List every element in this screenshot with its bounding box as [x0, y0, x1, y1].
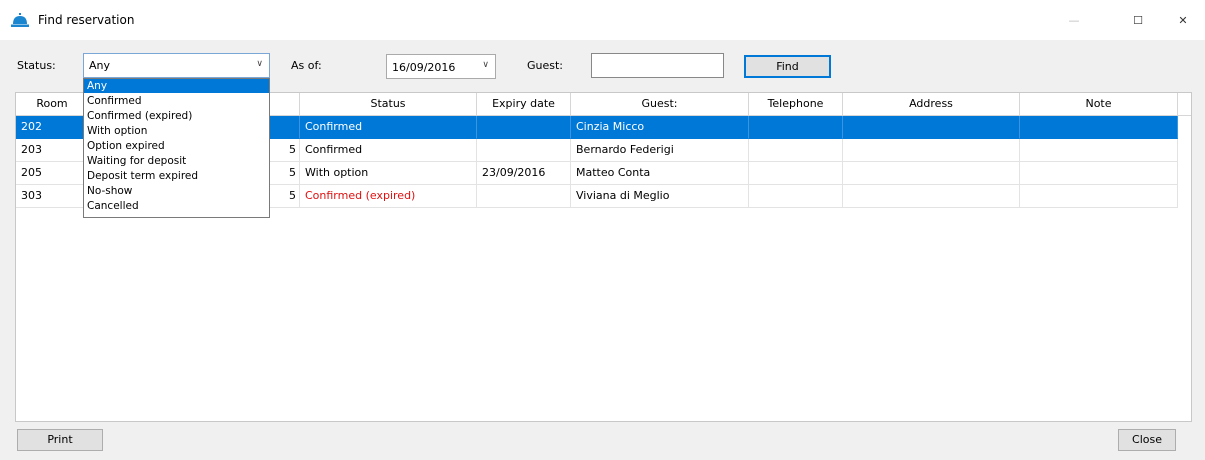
status-combobox-value: Any [89, 59, 111, 72]
cell-expiry-date [477, 139, 571, 162]
cell-address [843, 162, 1020, 185]
status-dropdown-list[interactable]: Any Confirmed Confirmed (expired) With o… [83, 78, 270, 218]
close-window-button[interactable]: ✕ [1161, 8, 1205, 34]
cell-guest: Bernardo Federigi [571, 139, 749, 162]
cell-expiry-date [477, 185, 571, 208]
cell-address [843, 139, 1020, 162]
maximize-button[interactable]: ☐ [1116, 8, 1160, 34]
status-option-option-expired[interactable]: Option expired [84, 139, 269, 153]
column-header-status[interactable]: Status [300, 93, 477, 115]
guest-label: Guest: [527, 59, 564, 72]
cell-note [1020, 116, 1178, 139]
status-option-deposit-term-expired[interactable]: Deposit term expired [84, 169, 269, 183]
cell-guest: Matteo Conta [571, 162, 749, 185]
status-option-any[interactable]: Any [84, 79, 269, 93]
column-header-address[interactable]: Address [843, 93, 1020, 115]
cell-room: 205 [16, 162, 89, 185]
close-button[interactable]: Close [1118, 429, 1176, 451]
cell-address [843, 116, 1020, 139]
chevron-down-icon[interactable]: ∨ [482, 60, 489, 70]
status-option-waiting-for-deposit[interactable]: Waiting for deposit [84, 154, 269, 168]
status-option-confirmed[interactable]: Confirmed [84, 94, 269, 108]
cell-room: 203 [16, 139, 89, 162]
as-of-label: As of: [291, 59, 322, 72]
title-bar: Find reservation — ☐ ✕ [0, 0, 1205, 40]
find-button[interactable]: Find [744, 55, 831, 78]
cell-note [1020, 185, 1178, 208]
cell-guest: Viviana di Meglio [571, 185, 749, 208]
cell-status: Confirmed [300, 139, 477, 162]
cell-room: 303 [16, 185, 89, 208]
status-option-cancelled[interactable]: Cancelled [84, 199, 269, 213]
guest-input[interactable] [591, 53, 724, 78]
cell-note [1020, 162, 1178, 185]
status-option-no-show[interactable]: No-show [84, 184, 269, 198]
cell-telephone [749, 185, 843, 208]
column-header-room[interactable]: Room [16, 93, 89, 115]
bell-icon [11, 13, 29, 27]
status-combobox[interactable]: Any ∨ [83, 53, 270, 78]
cell-status: Confirmed (expired) [300, 185, 477, 208]
as-of-date-value: 16/09/2016 [392, 61, 456, 74]
cell-room: 202 [16, 116, 89, 139]
status-option-confirmed-expired[interactable]: Confirmed (expired) [84, 109, 269, 123]
column-header-note[interactable]: Note [1020, 93, 1178, 115]
cell-guest: Cinzia Micco [571, 116, 749, 139]
cell-status: Confirmed [300, 116, 477, 139]
cell-telephone [749, 162, 843, 185]
status-option-with-option[interactable]: With option [84, 124, 269, 138]
status-label: Status: [17, 59, 56, 72]
cell-address [843, 185, 1020, 208]
print-button[interactable]: Print [17, 429, 103, 451]
cell-status: With option [300, 162, 477, 185]
cell-note [1020, 139, 1178, 162]
column-header-telephone[interactable]: Telephone [749, 93, 843, 115]
column-header-expiry-date[interactable]: Expiry date [477, 93, 571, 115]
cell-expiry-date: 23/09/2016 [477, 162, 571, 185]
minimize-button[interactable]: — [1052, 8, 1096, 34]
cell-telephone [749, 139, 843, 162]
window-title: Find reservation [38, 13, 135, 27]
column-header-guest[interactable]: Guest: [571, 93, 749, 115]
cell-expiry-date [477, 116, 571, 139]
cell-telephone [749, 116, 843, 139]
chevron-down-icon: ∨ [256, 59, 263, 69]
as-of-date-picker[interactable]: 16/09/2016 ∨ [386, 54, 496, 79]
